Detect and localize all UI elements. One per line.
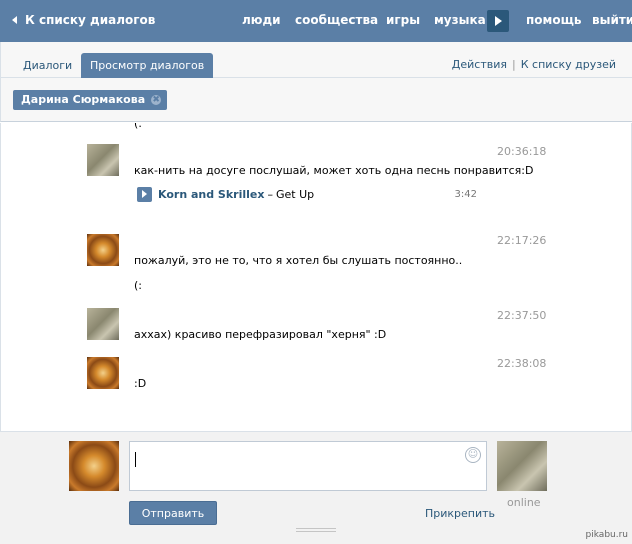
message-time: 20:36:18	[497, 145, 547, 158]
nav-logout[interactable]: выйти	[592, 13, 632, 27]
nav-people[interactable]: люди	[242, 13, 281, 27]
close-icon[interactable]: ✖	[151, 95, 162, 105]
watermark: pikabu.ru	[585, 530, 628, 540]
send-button[interactable]: Отправить	[129, 501, 217, 525]
smiley-icon[interactable]: ☺	[465, 447, 481, 463]
message-input[interactable]: ☺	[129, 441, 487, 491]
back-to-dialogs-label: К списку диалогов	[25, 13, 156, 27]
tabs-bar: Диалоги Просмотр диалогов Действия | К спи…	[0, 42, 632, 78]
tab-view-dialogs[interactable]: Просмотр диалогов	[81, 53, 214, 78]
message-time: 22:38:08	[497, 357, 547, 370]
audio-artist[interactable]: Korn and Skrillex	[158, 188, 264, 201]
play-icon	[142, 190, 147, 198]
message-time: 22:17:26	[497, 234, 547, 247]
message-text: :D	[134, 377, 147, 390]
participant-name: Дарина Сюрмакова	[21, 93, 146, 106]
message-text: аххах) красиво перефразировал "херня" :D	[134, 328, 387, 341]
conversation-participants: Дарина Сюрмакова ✖	[0, 78, 632, 122]
text-caret	[135, 452, 136, 467]
message-text: (:	[134, 123, 142, 130]
online-status: online	[507, 496, 541, 509]
music-play-button[interactable]	[487, 10, 509, 32]
compose-area: ☺ online Отправить Прикрепить pikabu.ru	[0, 431, 632, 544]
back-arrow-icon	[12, 16, 17, 24]
actions-link[interactable]: Действия	[452, 58, 507, 71]
play-icon	[494, 16, 502, 26]
avatar[interactable]	[87, 308, 119, 340]
link-separator: |	[512, 58, 516, 71]
top-navigation-bar: К списку диалогов люди сообщества игры м…	[0, 0, 632, 42]
my-avatar[interactable]	[69, 441, 119, 491]
nav-games[interactable]: игры	[386, 13, 420, 27]
message-text: пожалуй, это не то, что я хотел бы слуша…	[134, 254, 463, 267]
message-text: как-нить на досуге послушай, может хоть …	[134, 164, 534, 177]
audio-dash: –	[267, 187, 273, 201]
avatar[interactable]	[87, 144, 119, 176]
message-time: 22:37:50	[497, 309, 547, 322]
friends-list-link[interactable]: К списку друзей	[521, 58, 616, 71]
tab-links: Действия | К списку друзей	[452, 58, 616, 71]
message-text: (:	[134, 279, 142, 292]
audio-duration: 3:42	[454, 188, 477, 200]
nav-communities[interactable]: сообщества	[295, 13, 378, 27]
resize-grip[interactable]	[296, 528, 336, 532]
avatar[interactable]	[87, 234, 119, 266]
audio-attachment[interactable]: Korn and Skrillex – Get Up 3:42	[137, 185, 477, 203]
audio-play-button[interactable]	[137, 186, 152, 202]
nav-help[interactable]: помощь	[526, 13, 581, 27]
message-history[interactable]: (: 20:36:18 как-нить на досуге послушай,…	[0, 123, 632, 431]
attach-link[interactable]: Прикрепить	[425, 507, 495, 520]
avatar[interactable]	[87, 357, 119, 389]
recipient-avatar[interactable]	[497, 441, 547, 491]
participant-chip[interactable]: Дарина Сюрмакова ✖	[13, 90, 168, 110]
tab-dialogs[interactable]: Диалоги	[14, 53, 81, 78]
audio-title: Get Up	[275, 187, 315, 201]
back-to-dialogs-link[interactable]: К списку диалогов	[12, 13, 155, 27]
nav-music[interactable]: музыка	[434, 13, 486, 27]
